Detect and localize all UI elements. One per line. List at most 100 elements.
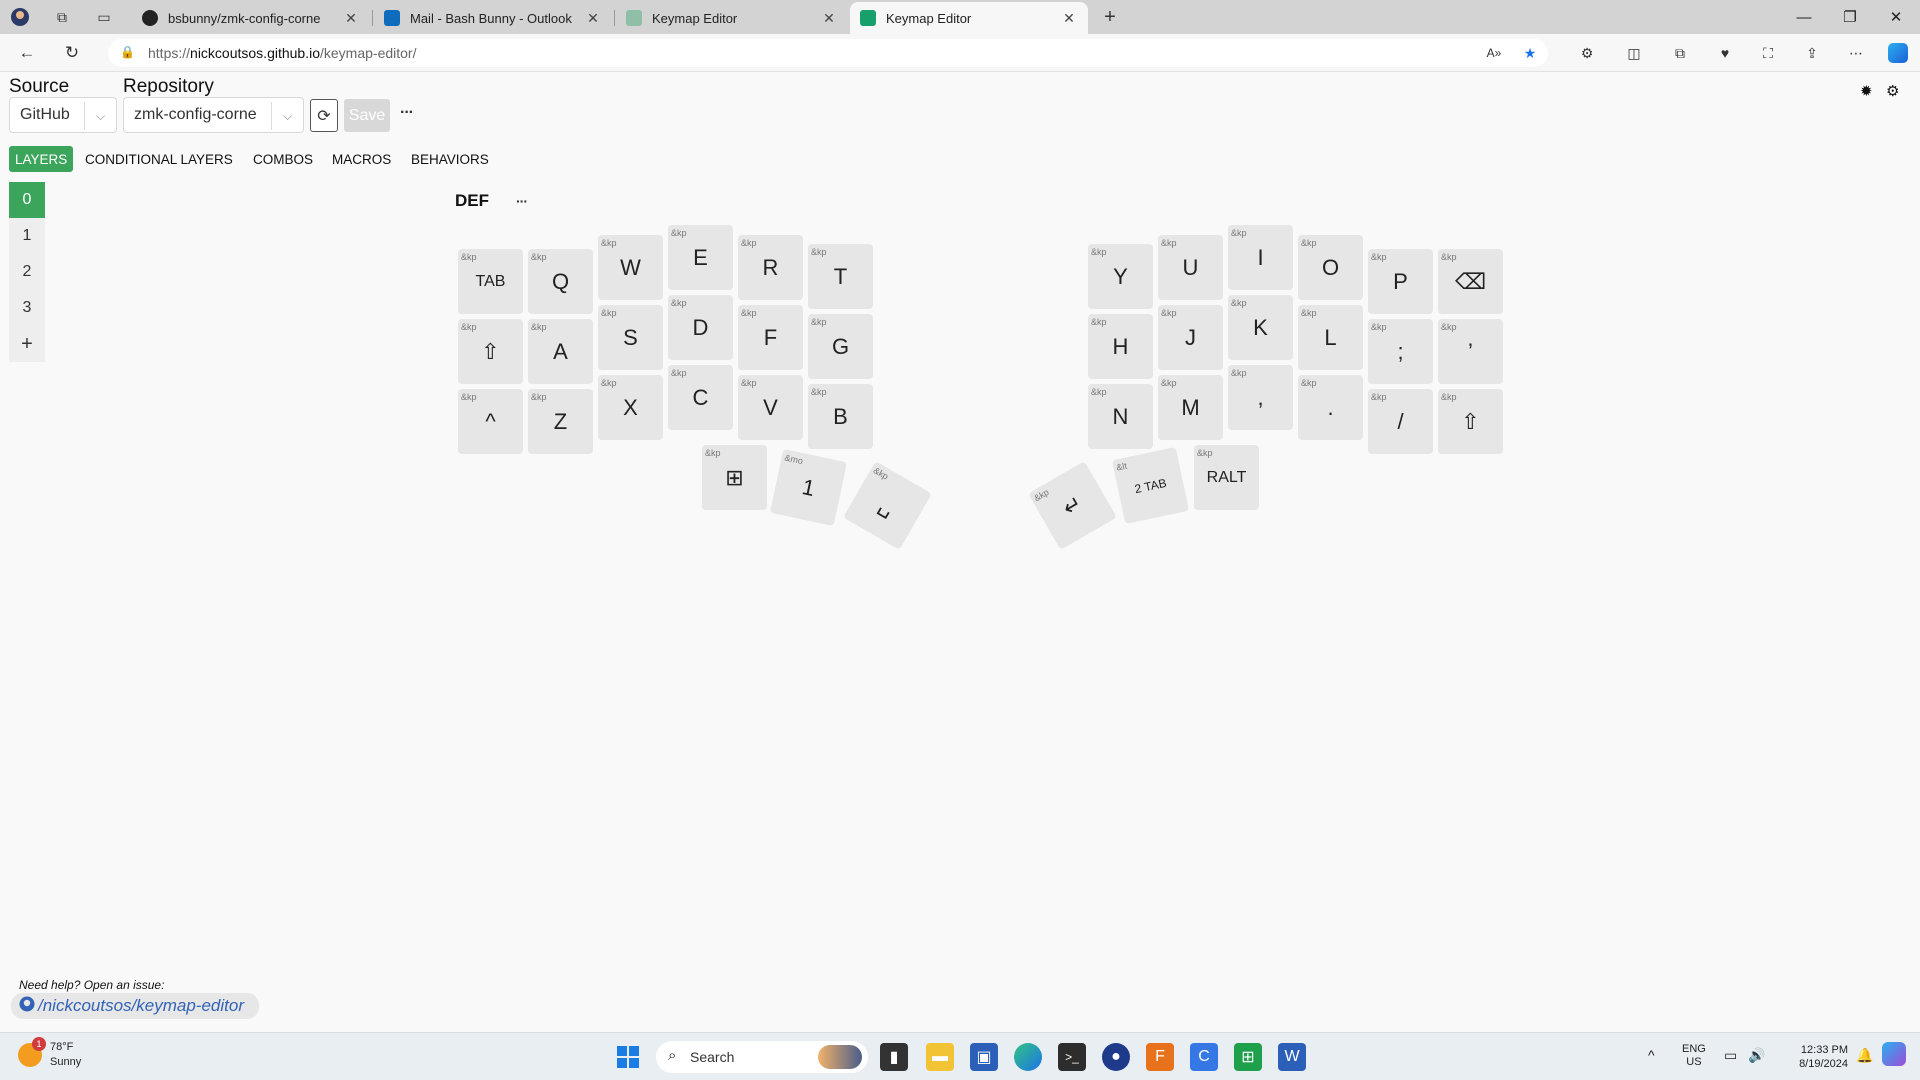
layer-item-2[interactable]: 2	[9, 254, 45, 290]
fonts-app-icon[interactable]: F	[1146, 1043, 1174, 1071]
key-layer-1[interactable]: &mo 1	[769, 448, 848, 527]
edge-browser-icon[interactable]	[1014, 1043, 1042, 1071]
close-tab-icon[interactable]: ✕	[342, 10, 360, 27]
profile-avatar-icon[interactable]	[10, 7, 30, 27]
key-e[interactable]: &kp E	[668, 225, 733, 290]
key-h[interactable]: &kp H	[1088, 314, 1153, 379]
more-options-button[interactable]: ···	[400, 104, 414, 122]
pen-app-icon[interactable]: ●	[1102, 1043, 1130, 1071]
repository-select[interactable]: zmk-config-corne ⌵	[123, 97, 304, 133]
split-screen-icon[interactable]: ◫	[1624, 43, 1644, 63]
source-select[interactable]: GitHub ⌵	[9, 97, 117, 133]
workspaces-icon[interactable]: ⧉	[52, 7, 72, 27]
key-s[interactable]: &kp S	[598, 305, 663, 370]
key-enter[interactable]: &kp ↵	[1028, 461, 1117, 550]
key-t[interactable]: &kp T	[808, 244, 873, 309]
restore-icon[interactable]: ❐	[1828, 0, 1872, 34]
theme-toggle-icon[interactable]: ✹	[1860, 82, 1873, 100]
key-u[interactable]: &kp U	[1158, 235, 1223, 300]
key-tab[interactable]: &kp TAB	[458, 249, 523, 314]
start-button-icon[interactable]	[614, 1043, 642, 1071]
favorite-star-icon[interactable]: ★	[1520, 43, 1540, 63]
key-x[interactable]: &kp X	[598, 375, 663, 440]
read-aloud-icon[interactable]: A»	[1484, 43, 1504, 63]
screenshot-icon[interactable]: ⛶	[1758, 43, 1778, 63]
refresh-icon[interactable]: ↻	[60, 42, 84, 64]
key-y[interactable]: &kp Y	[1088, 244, 1153, 309]
tab-combos[interactable]: COMBOS	[247, 146, 319, 172]
terminal-icon[interactable]: >_	[1058, 1043, 1086, 1071]
close-window-icon[interactable]: ✕	[1874, 0, 1918, 34]
tab-macros[interactable]: MACROS	[326, 146, 397, 172]
ms-store-icon[interactable]: ▣	[970, 1043, 998, 1071]
key-l[interactable]: &kp L	[1298, 305, 1363, 370]
minimize-icon[interactable]: —	[1782, 0, 1826, 34]
copilot-taskbar-icon[interactable]	[1882, 1042, 1906, 1066]
save-button[interactable]: Save	[344, 99, 390, 132]
browser-tab-outlook[interactable]: Mail - Bash Bunny - Outlook ✕	[374, 2, 612, 34]
key-o[interactable]: &kp O	[1298, 235, 1363, 300]
reload-repository-button[interactable]: ⟳	[310, 99, 338, 132]
layer-options-button[interactable]: ···	[516, 193, 528, 209]
layer-item-0[interactable]: 0	[9, 182, 45, 218]
tab-conditional-layers[interactable]: CONDITIONAL LAYERS	[79, 146, 239, 172]
task-view-icon[interactable]: ▮	[880, 1043, 908, 1071]
key-shift-left[interactable]: &kp ⇧	[458, 319, 523, 384]
browser-tab-keymap-editor-active[interactable]: Keymap Editor ✕	[850, 2, 1088, 34]
word-app-icon[interactable]: W	[1278, 1043, 1306, 1071]
share-icon[interactable]: ⇪	[1802, 43, 1822, 63]
key-c[interactable]: &kp C	[668, 365, 733, 430]
key-comma[interactable]: &kp,	[1228, 365, 1293, 430]
key-period[interactable]: &kp.	[1298, 375, 1363, 440]
show-hidden-icons[interactable]: ^	[1648, 1047, 1655, 1063]
weather-widget[interactable]: 1 78°F Sunny	[18, 1037, 81, 1070]
layer-item-3[interactable]: 3	[9, 290, 45, 326]
key-m[interactable]: &kp M	[1158, 375, 1223, 440]
key-gui[interactable]: &kp ⊞	[702, 445, 767, 510]
layer-item-1[interactable]: 1	[9, 218, 45, 254]
tab-layers[interactable]: LAYERS	[9, 146, 74, 172]
key-shift-right[interactable]: &kp ⇧	[1438, 389, 1503, 454]
key-backspace[interactable]: &kp ⌫	[1438, 249, 1503, 314]
close-tab-icon[interactable]: ✕	[584, 10, 602, 27]
key-ctrl[interactable]: &kp ^	[458, 389, 523, 454]
key-ralt[interactable]: &kp RALT	[1194, 445, 1259, 510]
key-j[interactable]: &kp J	[1158, 305, 1223, 370]
volume-icon[interactable]: 🔊	[1748, 1047, 1765, 1064]
taskbar-search-input[interactable]: ⌕ Search	[656, 1041, 868, 1073]
key-g[interactable]: &kp G	[808, 314, 873, 379]
key-b[interactable]: &kp B	[808, 384, 873, 449]
key-q[interactable]: &kp Q	[528, 249, 593, 314]
browser-tab-github[interactable]: bsbunny/zmk-config-corne ✕	[132, 2, 370, 34]
key-space[interactable]: &kp ␣	[843, 461, 932, 550]
url-input[interactable]: 🔒 https://nickcoutsos.github.io/keymap-e…	[108, 39, 1548, 67]
collections-icon[interactable]: ⧉	[1670, 43, 1690, 63]
back-icon[interactable]: ←	[15, 42, 39, 64]
file-explorer-icon[interactable]: ▬	[926, 1043, 954, 1071]
key-i[interactable]: &kp I	[1228, 225, 1293, 290]
key-f[interactable]: &kp F	[738, 305, 803, 370]
tab-behaviors[interactable]: BEHAVIORS	[405, 146, 495, 172]
vertical-tabs-icon[interactable]: ▭	[94, 7, 114, 27]
close-tab-icon[interactable]: ✕	[820, 10, 838, 27]
browser-essentials-icon[interactable]: ♥	[1715, 43, 1735, 63]
key-layer-tap-2[interactable]: &lt 2 TAB	[1111, 446, 1190, 525]
key-semicolon[interactable]: &kp;	[1368, 319, 1433, 384]
settings-more-icon[interactable]: ⋯	[1846, 43, 1866, 63]
github-issue-link[interactable]: /nickcoutsos/keymap-editor	[11, 993, 259, 1019]
key-slash[interactable]: &kp /	[1368, 389, 1433, 454]
browser-tab-keymap-editor[interactable]: Keymap Editor ✕	[616, 2, 848, 34]
new-tab-button[interactable]: +	[1100, 6, 1120, 28]
notification-bell-icon[interactable]: 🔔	[1856, 1047, 1873, 1064]
language-indicator[interactable]: ENG US	[1682, 1043, 1706, 1069]
network-icon[interactable]: ▭	[1724, 1047, 1737, 1064]
layer-title[interactable]: DEF	[455, 191, 489, 211]
key-n[interactable]: &kp N	[1088, 384, 1153, 449]
spreadsheet-app-icon[interactable]: ⊞	[1234, 1043, 1262, 1071]
key-r[interactable]: &kp R	[738, 235, 803, 300]
settings-gear-icon[interactable]: ⚙	[1886, 82, 1899, 100]
key-apostrophe[interactable]: &kp’	[1438, 319, 1503, 384]
key-p[interactable]: &kp P	[1368, 249, 1433, 314]
copilot-icon[interactable]	[1888, 43, 1908, 63]
close-tab-icon[interactable]: ✕	[1060, 10, 1078, 27]
